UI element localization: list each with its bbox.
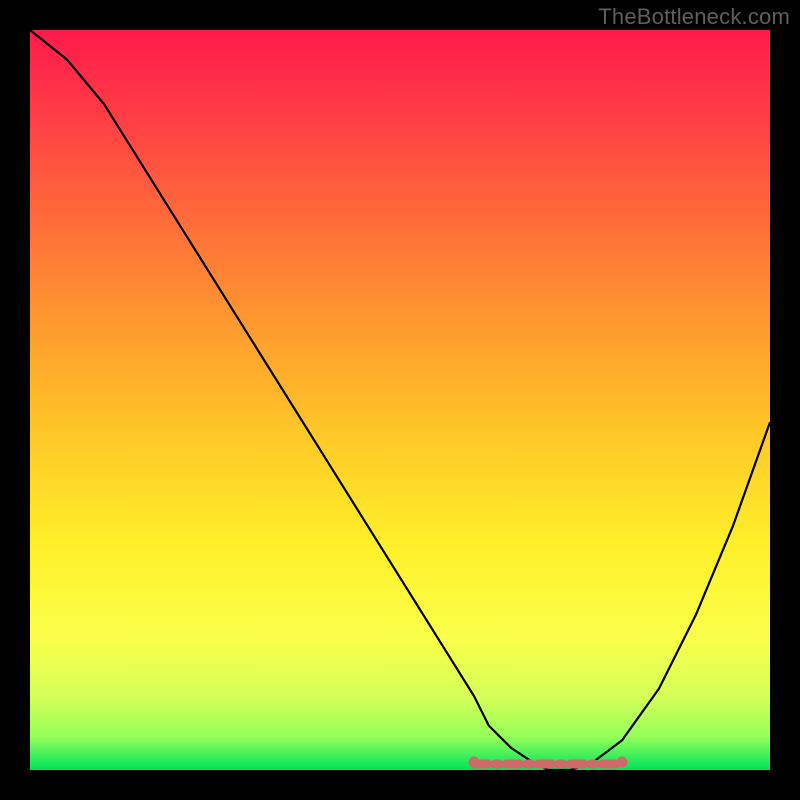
attribution-text: TheBottleneck.com (598, 4, 790, 30)
chart-svg (30, 30, 770, 770)
chart-frame: TheBottleneck.com (0, 0, 800, 800)
plot-area (30, 30, 770, 770)
heat-background (30, 30, 770, 770)
